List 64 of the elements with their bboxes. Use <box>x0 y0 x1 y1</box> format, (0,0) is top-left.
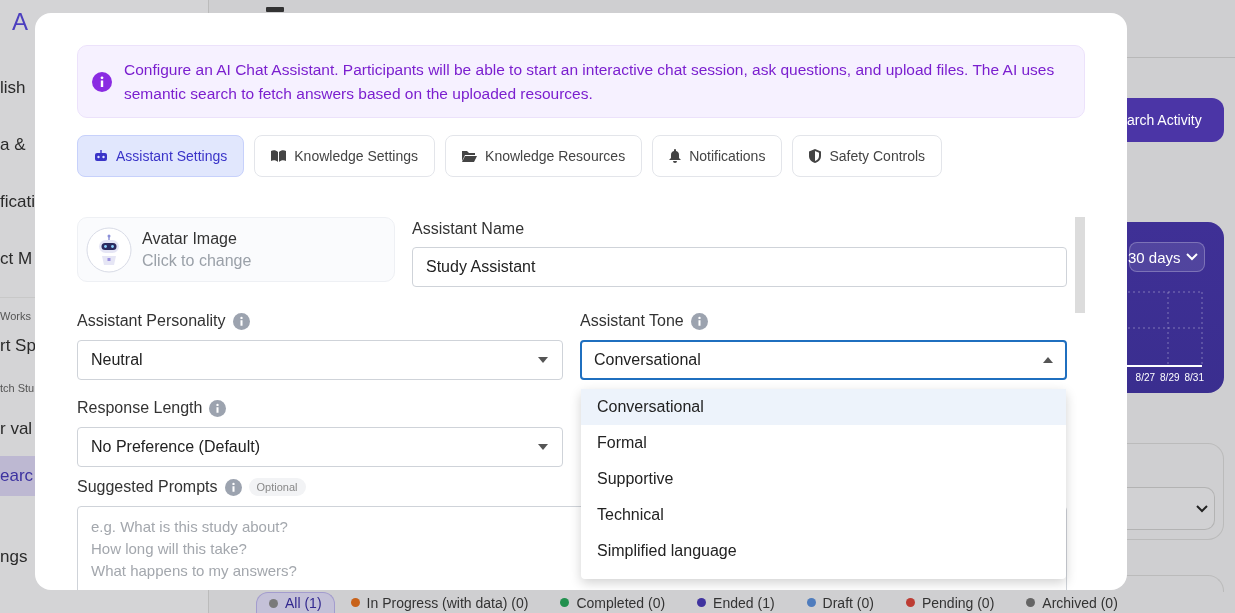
logo: A <box>12 7 29 37</box>
settings-tab[interactable]: Safety Controls <box>792 135 943 177</box>
tone-select[interactable]: Conversational <box>580 340 1067 380</box>
status-filter[interactable]: Pending (0) <box>901 592 999 613</box>
status-filter[interactable]: Completed (0) <box>556 592 670 613</box>
robot-icon <box>94 150 108 162</box>
sidebar-item[interactable]: rt Sp <box>0 326 36 366</box>
status-filter[interactable]: Draft (0) <box>802 592 878 613</box>
info-icon <box>92 71 112 92</box>
status-filter[interactable]: Archived (0) <box>1022 592 1122 613</box>
optional-badge: Optional <box>248 478 306 496</box>
dropdown-select[interactable] <box>1127 487 1215 530</box>
scrollbar-thumb[interactable] <box>1075 217 1085 313</box>
info-icon <box>209 399 227 417</box>
sidebar-item[interactable]: r val <box>0 404 33 454</box>
chevron-icon <box>1196 504 1208 513</box>
sidebar-item[interactable]: ficati <box>0 173 35 230</box>
field-label: Assistant Personality <box>77 312 226 330</box>
settings-tab[interactable]: Assistant Settings <box>77 135 245 177</box>
field-label: Assistant Tone <box>580 312 684 330</box>
field-label: Response Length <box>77 399 203 417</box>
caret-icon <box>538 357 548 363</box>
bell-icon <box>669 149 682 163</box>
avatar-hint: Click to change <box>142 251 252 270</box>
sidebar-section-label: Works <box>0 309 31 324</box>
axis-tick-label: 8/27 <box>1135 372 1156 383</box>
settings-tab[interactable]: Notifications <box>652 135 783 177</box>
folder-icon <box>462 150 478 162</box>
robot-avatar-icon <box>86 226 132 273</box>
sidebar-item[interactable]: a & <box>0 116 26 173</box>
axis-tick-label: 8/31 <box>1184 372 1204 383</box>
sidebar-item[interactable]: lish <box>0 59 26 116</box>
shield-icon <box>809 149 822 163</box>
dropdown-option[interactable]: Simplified language <box>581 533 1066 569</box>
sidebar-section-label: tch Stu <box>0 381 35 396</box>
dropdown-option[interactable]: Formal <box>581 425 1066 461</box>
info-icon <box>232 312 250 330</box>
research-activity-button[interactable]: arch Activity <box>1127 98 1224 142</box>
info-text: Configure an AI Chat Assistant. Participants will be able to start an interactive chat session, ask questions, and upload files. The AI uses semantic search to fetch answers based on the uploaded resources. <box>124 59 1056 104</box>
dropdown-option[interactable]: Conversational <box>581 389 1066 425</box>
avatar-title: Avatar Image <box>142 229 238 248</box>
dropdown-option[interactable]: Supportive <box>581 461 1066 497</box>
book-icon <box>271 150 287 162</box>
status-filter[interactable]: All (1) <box>256 591 335 613</box>
axis-tick-label: 8/29 <box>1160 372 1180 383</box>
caret-icon <box>538 444 548 450</box>
menu-icon[interactable] <box>266 7 284 12</box>
response-length-select[interactable]: No Preference (Default) <box>77 427 563 467</box>
personality-select[interactable]: Neutral <box>77 340 563 380</box>
chevron-icon <box>1186 253 1198 261</box>
status-filter[interactable]: Ended (1) <box>693 592 779 613</box>
caret-icon <box>1043 357 1053 363</box>
status-filter[interactable]: In Progress (with data) (0) <box>346 592 533 613</box>
info-icon <box>224 478 242 496</box>
info-icon <box>690 312 708 330</box>
field-label: Assistant Name <box>412 220 526 238</box>
settings-tab[interactable]: Knowledge Settings <box>254 135 436 177</box>
settings-tab[interactable]: Knowledge Resources <box>445 135 643 177</box>
avatar-picker[interactable]: Avatar Image Click to change <box>77 217 395 282</box>
sidebar-item[interactable]: ngs <box>0 528 28 585</box>
name-input-field[interactable]: Study Assistant <box>412 247 1067 287</box>
range-select[interactable]: 30 days <box>1129 242 1205 272</box>
field-label: Suggested Prompts <box>77 478 218 496</box>
sidebar-item[interactable]: ct M <box>0 230 33 287</box>
